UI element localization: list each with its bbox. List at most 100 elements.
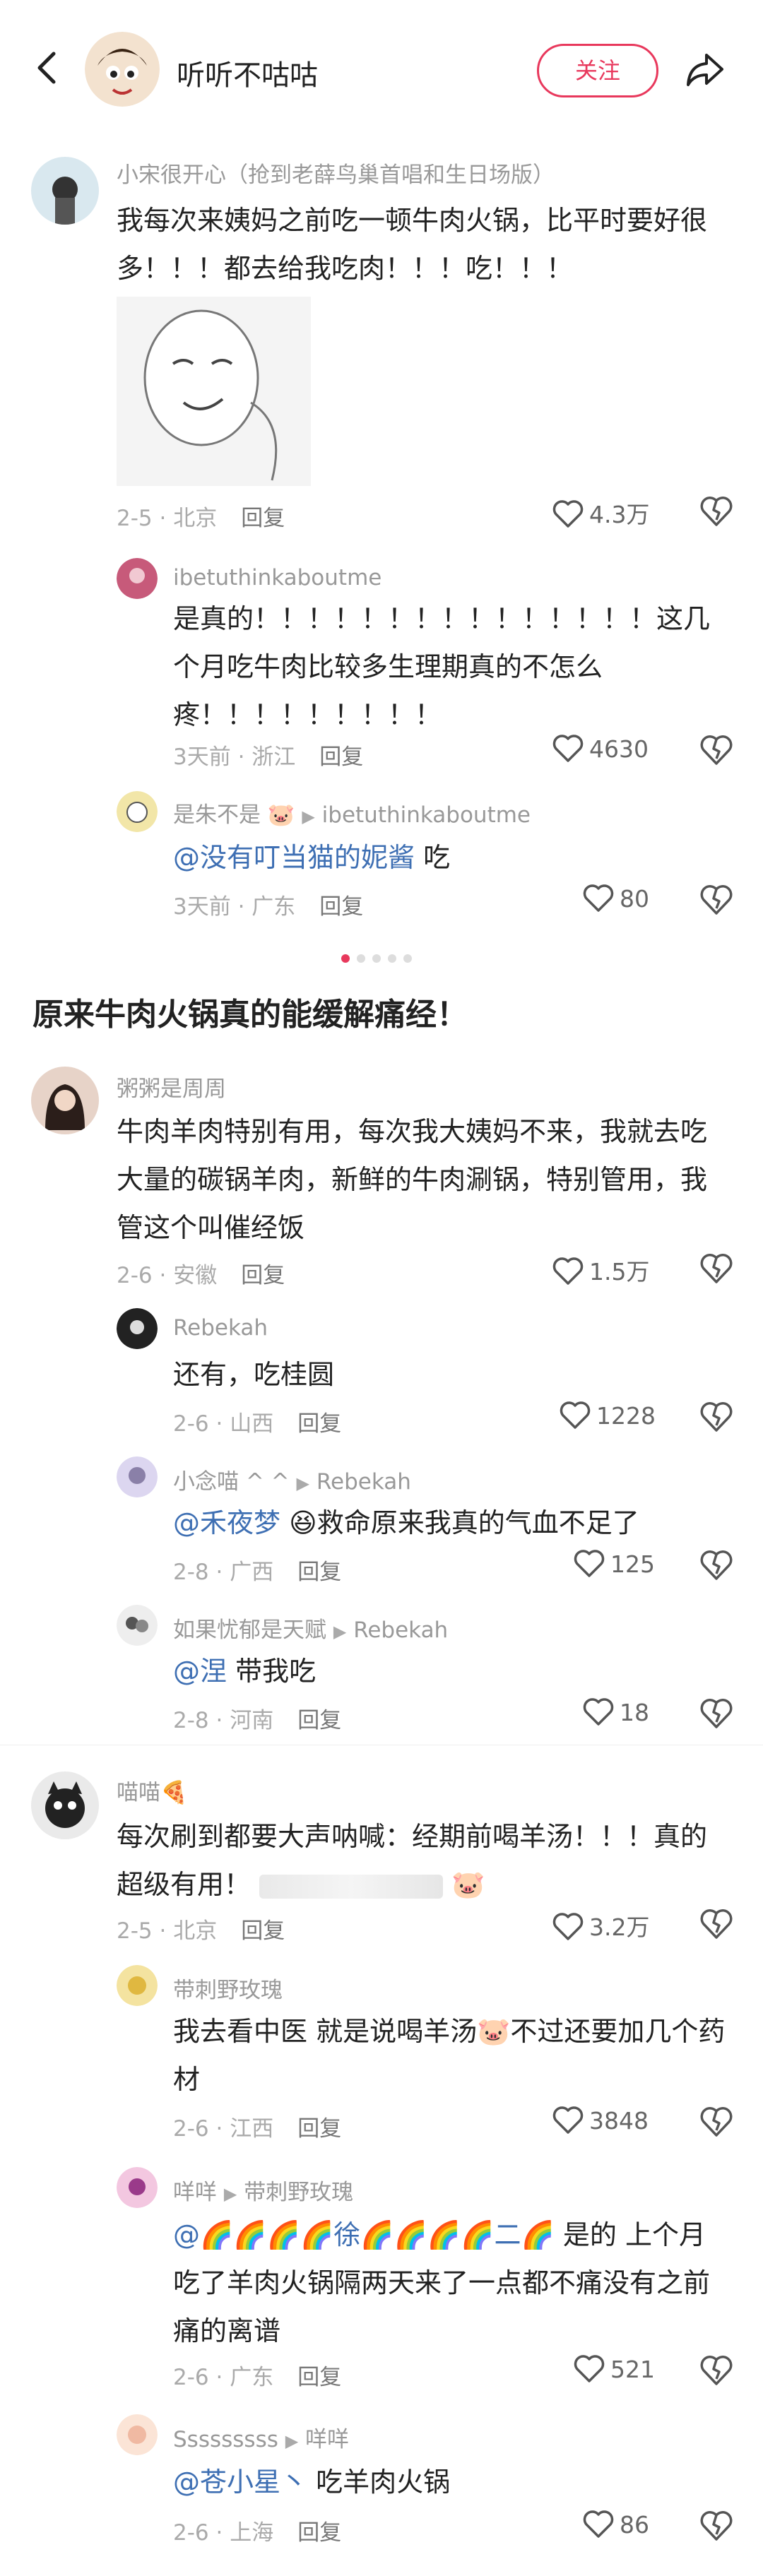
dislike-icon[interactable] — [699, 883, 733, 917]
avatar[interactable] — [117, 791, 158, 832]
back-arrow-icon[interactable] — [27, 47, 69, 89]
commenter-name[interactable]: 小念喵 ^ ^ ▶ Rebekah — [173, 1464, 411, 1495]
comment-time: 2-5 · 北京 — [117, 1918, 218, 1944]
author-name[interactable]: 听听不咕咕 — [177, 52, 318, 93]
follow-button[interactable]: 关注 — [537, 44, 658, 97]
avatar[interactable] — [117, 1308, 158, 1349]
dislike-icon[interactable] — [699, 1697, 733, 1731]
reply-button[interactable]: 回复 — [241, 506, 285, 531]
like-button[interactable]: 1228 — [560, 1401, 656, 1430]
mention-link[interactable]: @🌈🌈🌈🌈徐🌈🌈🌈🌈二🌈 — [173, 2219, 555, 2250]
comment-meta: 3天前 · 广东 回复 — [173, 889, 363, 920]
header-bar: 听听不咕咕 关注 — [0, 0, 763, 148]
reply-button[interactable]: 回复 — [297, 2520, 341, 2546]
dislike-icon[interactable] — [699, 2105, 733, 2139]
reply-target[interactable]: Rebekah — [353, 1618, 448, 1643]
reply-arrow-icon: ▶ — [223, 2184, 237, 2204]
heart-icon — [583, 884, 614, 912]
comment-time: 2-8 · 广西 — [173, 1560, 274, 1585]
carousel-dot[interactable] — [357, 954, 365, 963]
avatar[interactable] — [117, 1456, 158, 1497]
heart-icon — [574, 1550, 605, 1577]
comment-text: 牛肉羊肉特别有用，每次我大姨妈不来，我就去吃大量的碳锅羊肉，新鲜的牛肉涮锅，特别… — [117, 1116, 708, 1243]
pig-emoji-icon: 🐷 — [267, 802, 295, 828]
like-button[interactable]: 521 — [574, 2355, 655, 2383]
comment-meta: 2-6 · 山西 回复 — [173, 1406, 341, 1437]
comment-time: 2-6 · 上海 — [173, 2520, 274, 2546]
dislike-icon[interactable] — [699, 733, 733, 767]
commenter-name[interactable]: 小宋很开心（抢到老薛鸟巢首唱和生日场版） — [117, 157, 555, 189]
meme-sticker-image[interactable] — [117, 297, 311, 486]
reply-target[interactable]: 咩咩 — [305, 2427, 349, 2452]
mention-link[interactable]: @没有叮当猫的妮酱 — [173, 842, 415, 873]
reply-target[interactable]: ibetuthinkaboutme — [322, 802, 531, 828]
like-count: 80 — [620, 885, 649, 913]
avatar[interactable] — [117, 2167, 158, 2208]
dislike-icon[interactable] — [699, 494, 733, 528]
dislike-icon[interactable] — [699, 1400, 733, 1434]
reply-button[interactable]: 回复 — [241, 1918, 285, 1944]
comment-time: 3天前 · 广东 — [173, 894, 296, 920]
share-icon[interactable] — [682, 47, 728, 92]
reply-button[interactable]: 回复 — [297, 2116, 341, 2142]
comment-page: 听听不咕咕 关注 小宋很开心（抢到老薛鸟巢首唱和生日场版） 我每次来姨妈之前吃一… — [0, 0, 763, 2576]
mention-link[interactable]: @禾夜梦 — [173, 1507, 280, 1538]
dislike-icon[interactable] — [699, 1907, 733, 1941]
carousel-dot[interactable] — [388, 954, 396, 963]
reply-button[interactable]: 回复 — [297, 2365, 341, 2390]
reply-button[interactable]: 回复 — [297, 1560, 341, 1585]
carousel-dot[interactable] — [372, 954, 381, 963]
avatar[interactable] — [117, 558, 158, 599]
like-button[interactable]: 4.3万 — [552, 496, 649, 530]
avatar[interactable] — [31, 1067, 99, 1134]
heart-icon — [583, 2510, 614, 2538]
like-button[interactable]: 18 — [583, 1698, 649, 1726]
carousel-dot[interactable] — [403, 954, 412, 963]
reply-button[interactable]: 回复 — [319, 744, 363, 770]
commenter-name[interactable]: Rebekah — [173, 1315, 268, 1341]
commenter-name[interactable]: 粥粥是周周 — [117, 1071, 226, 1103]
commenter-name[interactable]: ibetuthinkaboutme — [173, 565, 382, 590]
like-button[interactable]: 3.2万 — [552, 1909, 649, 1942]
reply-button[interactable]: 回复 — [297, 1411, 341, 1437]
like-count: 3848 — [589, 2107, 649, 2135]
commenter-name[interactable]: 咩咩 ▶ 带刺野玫瑰 — [173, 2174, 353, 2206]
author-avatar[interactable] — [85, 32, 160, 107]
heart-icon — [552, 1257, 584, 1285]
dislike-icon[interactable] — [699, 1548, 733, 1582]
comment-meta: 2-6 · 广东 回复 — [173, 2359, 341, 2391]
avatar[interactable] — [31, 157, 99, 225]
reply-target[interactable]: Rebekah — [317, 1469, 411, 1495]
dislike-icon[interactable] — [699, 1252, 733, 1286]
like-button[interactable]: 125 — [574, 1550, 655, 1578]
like-button[interactable]: 4630 — [552, 735, 649, 763]
like-button[interactable]: 86 — [583, 2510, 649, 2539]
commenter-name[interactable]: 是朱不是 🐷 ▶ ibetuthinkaboutme — [173, 797, 531, 829]
commenter-name[interactable]: Sssssssss ▶ 咩咩 — [173, 2421, 349, 2453]
dislike-icon[interactable] — [699, 2509, 733, 2543]
avatar[interactable] — [117, 2414, 158, 2455]
commenter-name[interactable]: 喵喵🍕 — [117, 1774, 188, 1806]
carousel-dot[interactable] — [341, 954, 350, 963]
mention-link[interactable]: @苍小星丶 — [173, 2467, 307, 2498]
reply-target[interactable]: 带刺野玫瑰 — [244, 2180, 353, 2205]
like-count: 1.5万 — [589, 1258, 650, 1286]
like-button[interactable]: 1.5万 — [552, 1253, 649, 1287]
comment-time: 2-6 · 安徽 — [117, 1263, 218, 1288]
reply-button[interactable]: 回复 — [297, 1708, 341, 1733]
comment-time: 2-8 · 河南 — [173, 1708, 274, 1733]
heart-icon — [583, 1698, 614, 1726]
avatar[interactable] — [31, 1771, 99, 1839]
mention-link[interactable]: @涅 — [173, 1656, 227, 1687]
commenter-name[interactable]: 如果忧郁是天赋 ▶ Rebekah — [173, 1612, 448, 1644]
comment-time: 2-6 · 山西 — [173, 1411, 274, 1437]
reply-button[interactable]: 回复 — [241, 1263, 285, 1288]
dislike-icon[interactable] — [699, 2354, 733, 2387]
commenter-name[interactable]: 带刺野玫瑰 — [173, 1972, 283, 2004]
avatar[interactable] — [117, 1605, 158, 1646]
like-button[interactable]: 80 — [583, 884, 649, 913]
avatar[interactable] — [117, 1965, 158, 2006]
like-button[interactable]: 3848 — [552, 2106, 649, 2135]
comment-time: 2-5 · 北京 — [117, 506, 218, 531]
reply-button[interactable]: 回复 — [319, 894, 363, 920]
